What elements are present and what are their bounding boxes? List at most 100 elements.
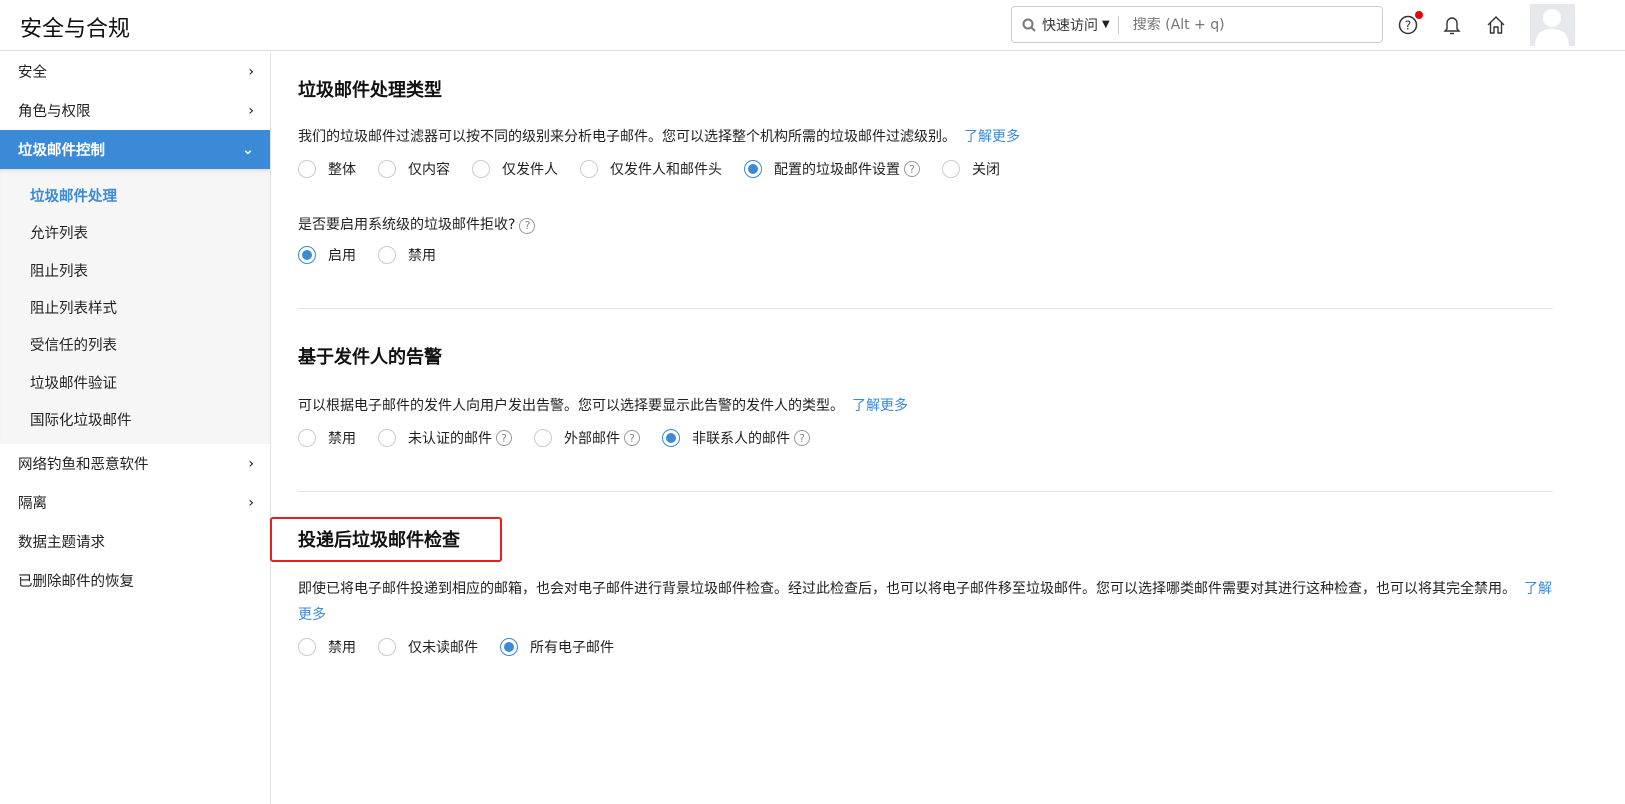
radio-option[interactable]: 启用 [298,245,356,265]
system-reject-radio-group: 启用 禁用 [298,242,1022,268]
sidebar-item-deleted-mail-recovery[interactable]: 已删除邮件的恢复 [0,561,270,600]
radio-label: 禁用 [328,640,356,656]
radio-button[interactable] [378,246,396,264]
radio-button[interactable] [298,638,316,656]
radio-option[interactable]: 非联系人的邮件? [662,428,810,448]
radio-option[interactable]: 整体 [298,159,356,179]
radio-option[interactable]: 关闭 [942,159,1000,179]
sidebar-item-data-subject-requests[interactable]: 数据主题请求 [0,522,270,561]
section-description: 我们的垃圾邮件过滤器可以按不同的级别来分析电子邮件。您可以选择整个机构所需的垃圾… [298,124,1022,150]
radio-label: 配置的垃圾邮件设置 [774,162,900,178]
notifications-button[interactable] [1441,14,1463,36]
section-title: 垃圾邮件处理类型 [298,80,442,101]
divider [298,308,1553,309]
sidebar-item-phishing-malware[interactable]: 网络钓鱼和恶意软件 › [0,444,270,483]
radio-button[interactable] [378,429,396,447]
subitem-spam-verification[interactable]: 垃圾邮件验证 [0,363,270,400]
sender-alert-radio-group: 禁用 未认证的邮件? 外部邮件? 非联系人的邮件? [298,425,908,451]
radio-option[interactable]: 仅发件人和邮件头 [580,159,722,179]
post-delivery-radio-group: 禁用 仅未读邮件 所有电子邮件 [298,634,1553,660]
home-button[interactable] [1485,14,1507,36]
learn-more-link[interactable]: 了解更多 [852,398,908,414]
radio-label: 整体 [328,162,356,178]
sidebar-item-spam-control[interactable]: 垃圾邮件控制 ⌄ [0,130,270,169]
radio-button[interactable] [534,429,552,447]
notification-dot [1415,11,1423,19]
description-text: 可以根据电子邮件的发件人向用户发出告警。您可以选择要显示此告警的发件人的类型。 [298,398,844,414]
radio-button[interactable] [298,429,316,447]
radio-option[interactable]: 未认证的邮件? [378,428,512,448]
sidebar: 安全 › 角色与权限 › 垃圾邮件控制 ⌄ 垃圾邮件处理 允许列表 阻止列表 阻止列表… [0,52,271,804]
radio-option[interactable]: 禁用 [298,428,356,448]
radio-label: 外部邮件 [564,431,620,447]
search-input[interactable] [1132,16,1333,33]
radio-option[interactable]: 仅发件人 [472,159,558,179]
help-icon[interactable]: ? [496,430,512,446]
help-button[interactable]: ? [1397,11,1423,36]
sidebar-item-roles[interactable]: 角色与权限 › [0,91,270,130]
chevron-down-icon: ⌄ [241,141,254,158]
radio-label: 非联系人的邮件 [692,431,790,447]
subitem-block-list[interactable]: 阻止列表 [0,252,270,289]
description-text: 即使已将电子邮件投递到相应的邮箱，也会对电子邮件进行背景垃圾邮件检查。经过此检查… [298,581,1516,597]
radio-button[interactable] [942,160,960,178]
radio-button[interactable] [298,160,316,178]
app-title: 安全与合规 [20,17,131,42]
radio-button[interactable] [580,160,598,178]
section-title: 基于发件人的告警 [298,347,442,368]
sidebar-item-label: 垃圾邮件控制 [18,143,105,159]
subitem-international-spam[interactable]: 国际化垃圾邮件 [0,401,270,438]
svg-text:?: ? [1405,19,1411,33]
subitem-allow-list[interactable]: 允许列表 [0,214,270,251]
radio-label: 未认证的邮件 [408,431,492,447]
radio-button[interactable] [472,160,490,178]
radio-label: 关闭 [972,162,1000,178]
user-icon [1535,9,1569,46]
radio-button[interactable] [378,638,396,656]
radio-option[interactable]: 禁用 [298,637,356,657]
radio-option[interactable]: 所有电子邮件 [500,637,614,657]
search-icon [1022,18,1036,32]
sidebar-item-label: 数据主题请求 [18,535,105,552]
description-text: 我们的垃圾邮件过滤器可以按不同的级别来分析电子邮件。您可以选择整个机构所需的垃圾… [298,129,956,145]
radio-button[interactable] [662,429,680,447]
help-icon[interactable]: ? [519,218,536,234]
help-icon[interactable]: ? [904,161,920,177]
sidebar-item-security[interactable]: 安全 › [0,52,270,91]
chevron-right-icon: › [248,102,254,119]
radio-button[interactable] [744,160,762,178]
spam-level-radio-group: 整体 仅内容 仅发件人 仅发件人和邮件头 配置的垃圾邮件设置? 关闭 [298,156,1022,182]
help-icon: ? [1398,15,1418,35]
sidebar-item-label: 已删除邮件的恢复 [18,574,134,591]
help-icon[interactable]: ? [794,430,810,446]
sidebar-item-label: 隔离 [18,496,47,513]
radio-label: 禁用 [328,431,356,447]
subitem-spam-processing[interactable]: 垃圾邮件处理 [0,177,270,214]
radio-button[interactable] [298,246,316,264]
sidebar-item-quarantine[interactable]: 隔离 › [0,483,270,522]
spam-control-submenu: 垃圾邮件处理 允许列表 阻止列表 阻止列表样式 受信任的列表 垃圾邮件验证 国际… [0,169,270,445]
radio-label: 启用 [328,248,356,264]
avatar[interactable] [1530,4,1575,46]
chevron-right-icon: › [248,494,254,511]
radio-option[interactable]: 配置的垃圾邮件设置? [744,159,920,179]
radio-option[interactable]: 外部邮件? [534,428,640,448]
subitem-trusted-list[interactable]: 受信任的列表 [0,326,270,363]
highlight-box [270,517,502,562]
radio-option[interactable]: 禁用 [378,245,436,265]
section-sender-alerts: 基于发件人的告警 可以根据电子邮件的发件人向用户发出告警。您可以选择要显示此告警… [298,343,908,451]
quick-access-dropdown[interactable]: 快速访问 [1042,15,1098,35]
sidebar-item-label: 角色与权限 [18,104,91,120]
radio-label: 仅发件人 [502,162,558,178]
subitem-block-list-patterns[interactable]: 阻止列表样式 [0,289,270,326]
learn-more-link[interactable]: 了解更多 [964,129,1020,145]
radio-button[interactable] [378,160,396,178]
radio-option[interactable]: 仅内容 [378,159,450,179]
divider [298,491,1553,492]
help-icon[interactable]: ? [624,430,640,446]
bell-icon [1443,17,1461,35]
search-bar[interactable]: 快速访问 ▼ [1011,6,1383,43]
radio-option[interactable]: 仅未读邮件 [378,637,478,657]
sidebar-item-label: 安全 [18,65,47,81]
radio-button[interactable] [500,638,518,656]
